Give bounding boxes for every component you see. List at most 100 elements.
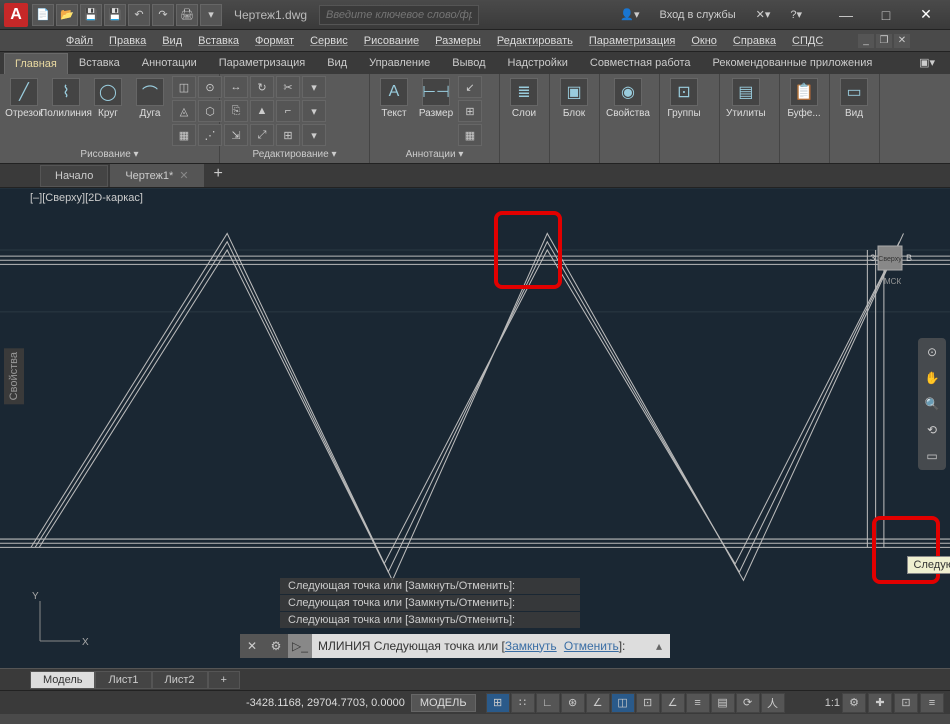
ribbon-tab-addins[interactable]: Надстройки (497, 52, 579, 74)
panel-edit-label[interactable]: Редактирование ▾ (224, 148, 365, 161)
ribbon-tab-collab[interactable]: Совместная работа (579, 52, 702, 74)
polar-toggle[interactable]: ⊛ (561, 693, 585, 713)
arc-button[interactable]: ⌒Дуга (130, 76, 170, 121)
close-tab-icon[interactable]: ✕ (179, 169, 188, 182)
view-button[interactable]: ▭Вид (834, 76, 874, 121)
layers-button[interactable]: ≣Слои (504, 76, 544, 121)
drawing-canvas[interactable]: [–][Сверху][2D-каркас] Свойства Следующ … (0, 188, 950, 668)
search-input[interactable] (319, 5, 479, 25)
menu-tools[interactable]: Сервис (304, 33, 354, 49)
ortho-toggle[interactable]: ∟ (536, 693, 560, 713)
cycle-toggle[interactable]: ⟳ (736, 693, 760, 713)
command-line[interactable]: ✕ ⚙ ▷_ МЛИНИЯ Следующая точка или [Замкн… (240, 634, 670, 658)
qat-more-icon[interactable]: ▾ (200, 4, 222, 26)
custom-icon[interactable]: ≡ (920, 693, 944, 713)
menu-param[interactable]: Параметризация (583, 33, 681, 49)
copy-icon[interactable]: ⎘ (224, 100, 248, 122)
menu-view[interactable]: Вид (156, 33, 188, 49)
move-icon[interactable]: ↔ (224, 76, 248, 98)
dim-button[interactable]: ⊢⊣Размер (416, 76, 456, 121)
new-icon[interactable]: 📄 (32, 4, 54, 26)
app-menu-icon[interactable]: A (4, 3, 28, 27)
draw-small-6[interactable]: ⋰ (198, 124, 222, 146)
menu-edit[interactable]: Правка (103, 33, 152, 49)
panel-draw-label[interactable]: Рисование ▾ (4, 148, 215, 161)
ribbon-tab-featured[interactable]: Рекомендованные приложения (702, 52, 884, 74)
mdi-restore[interactable]: ❐ (876, 34, 892, 48)
draw-small-2[interactable]: ⊙ (198, 76, 222, 98)
snap-toggle[interactable]: ∷ (511, 693, 535, 713)
status-mode-button[interactable]: МОДЕЛЬ (411, 694, 476, 712)
fillet-icon[interactable]: ⌐ (276, 100, 300, 122)
open-icon[interactable]: 📂 (56, 4, 78, 26)
props-button[interactable]: ◉Свойства (604, 76, 652, 121)
mdi-minimize[interactable]: _ (858, 34, 874, 48)
workspace-icon[interactable]: ⊡ (894, 693, 918, 713)
exchange-icon[interactable]: ✕▾ (752, 6, 775, 23)
ribbon-tab-view[interactable]: Вид (316, 52, 358, 74)
draw-small-5[interactable]: ▦ (172, 124, 196, 146)
ribbon-tab-param[interactable]: Параметризация (208, 52, 316, 74)
print-icon[interactable]: 🖨 (176, 4, 198, 26)
mdi-close[interactable]: ✕ (894, 34, 910, 48)
stretch-icon[interactable]: ⇲ (224, 124, 248, 146)
polyline-button[interactable]: ⌇Полилиния (46, 76, 86, 121)
maximize-button[interactable]: □ (866, 1, 906, 29)
scale-icon[interactable]: ⤢ (250, 124, 274, 146)
transparency-toggle[interactable]: ▤ (711, 693, 735, 713)
doc-tab-start[interactable]: Начало (40, 165, 108, 187)
block-button[interactable]: ▣Блок (554, 76, 594, 121)
ribbon-tab-anno[interactable]: Аннотации (131, 52, 208, 74)
nav-show-icon[interactable]: ▭ (922, 446, 942, 466)
3dosnap-toggle[interactable]: ⊡ (636, 693, 660, 713)
clip-button[interactable]: 📋Буфе... (784, 76, 824, 121)
nav-zoom-icon[interactable]: 🔍 (922, 394, 942, 414)
new-tab-button[interactable]: + (206, 161, 231, 187)
edit-dd-3[interactable]: ▾ (302, 124, 326, 146)
menu-help[interactable]: Справка (727, 33, 782, 49)
edit-dd-1[interactable]: ▾ (302, 76, 326, 98)
nav-pan-icon[interactable]: ✋ (922, 368, 942, 388)
annoscale-icon[interactable]: 人 (761, 693, 785, 713)
menu-format[interactable]: Формат (249, 33, 300, 49)
grid-toggle[interactable]: ⊞ (486, 693, 510, 713)
nav-wheel-icon[interactable]: ⊙ (922, 342, 942, 362)
cmd-expand-icon[interactable]: ▴ (648, 639, 670, 653)
osnap-toggle[interactable]: ◫ (611, 693, 635, 713)
circle-button[interactable]: ◯Круг (88, 76, 128, 121)
close-button[interactable]: ✕ (906, 1, 946, 29)
edit-dd-2[interactable]: ▾ (302, 100, 326, 122)
minimize-button[interactable]: — (826, 1, 866, 29)
saveas-icon[interactable]: 💾 (104, 4, 126, 26)
ribbon-tab-output[interactable]: Вывод (441, 52, 496, 74)
ribbon-tab-insert[interactable]: Вставка (68, 52, 131, 74)
annotation-icon[interactable]: ✚ (868, 693, 892, 713)
lwt-toggle[interactable]: ≡ (686, 693, 710, 713)
panel-anno-label[interactable]: Аннотации ▾ (374, 148, 495, 161)
rotate-icon[interactable]: ↻ (250, 76, 274, 98)
gear-icon[interactable]: ⚙ (842, 693, 866, 713)
otrack-toggle[interactable]: ∠ (661, 693, 685, 713)
menu-insert[interactable]: Вставка (192, 33, 245, 49)
ribbon-tab-manage[interactable]: Управление (358, 52, 441, 74)
login-button[interactable]: Вход в службы (656, 7, 740, 23)
mirror-icon[interactable]: ▲ (250, 100, 274, 122)
save-icon[interactable]: 💾 (80, 4, 102, 26)
viewcube[interactable]: СверхуЗВМСК (860, 228, 920, 288)
menu-dim[interactable]: Размеры (429, 33, 487, 49)
menu-draw[interactable]: Рисование (358, 33, 425, 49)
menu-window[interactable]: Окно (685, 33, 723, 49)
groups-button[interactable]: ⊡Группы (664, 76, 704, 121)
array-icon[interactable]: ⊞ (276, 124, 300, 146)
line-button[interactable]: ╱Отрезок (4, 76, 44, 121)
menu-spds[interactable]: СПДС (786, 33, 829, 49)
ribbon-tab-home[interactable]: Главная (4, 53, 68, 74)
redo-icon[interactable]: ↷ (152, 4, 174, 26)
doc-tab-drawing[interactable]: Чертеж1*✕ (110, 164, 203, 187)
menu-modify[interactable]: Редактировать (491, 33, 579, 49)
menu-file[interactable]: Файл (60, 33, 99, 49)
text-button[interactable]: AТекст (374, 76, 414, 121)
table-icon[interactable]: ⊞ (458, 100, 482, 122)
anno-3[interactable]: ▦ (458, 124, 482, 146)
utils-button[interactable]: ▤Утилиты (724, 76, 768, 121)
